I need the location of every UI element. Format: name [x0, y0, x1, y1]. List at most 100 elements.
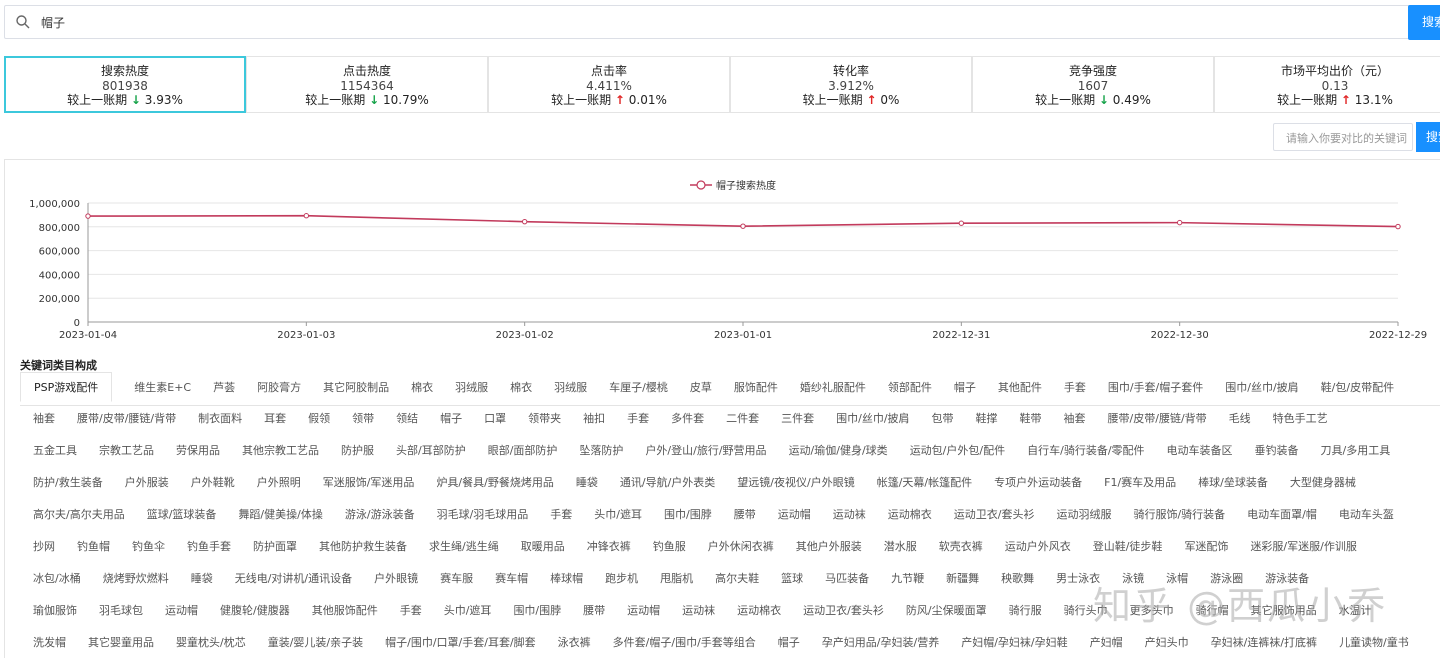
category-tab[interactable]: 围巾/丝巾/披肩 [836, 404, 909, 434]
category-tab[interactable]: 鞋撑 [976, 404, 998, 434]
category-tab[interactable]: 舞蹈/健美操/体操 [238, 500, 322, 530]
category-tab[interactable]: 冰包/冰桶 [33, 564, 81, 594]
category-tab[interactable]: 羽毛球包 [99, 596, 143, 626]
category-tab[interactable]: 领结 [396, 404, 418, 434]
category-tab[interactable]: 围巾/手套/帽子套件 [1108, 373, 1203, 403]
category-tab[interactable]: 棉衣 [510, 373, 532, 403]
category-tab[interactable]: 羽绒服 [554, 373, 587, 403]
category-tab[interactable]: 耳套 [264, 404, 286, 434]
category-tab[interactable]: 三件套 [781, 404, 814, 434]
category-tab[interactable]: 二件套 [726, 404, 759, 434]
category-tab[interactable]: 水温计 [1339, 596, 1372, 626]
category-tab[interactable]: 秧歌舞 [1001, 564, 1034, 594]
category-tab[interactable]: 其他宗教工艺品 [242, 436, 319, 466]
category-tab[interactable]: 运动户外风衣 [1005, 532, 1071, 562]
category-tab[interactable]: 专项户外运动装备 [994, 468, 1082, 498]
category-tab[interactable]: 登山鞋/徒步鞋 [1093, 532, 1163, 562]
category-tab[interactable]: 高尔夫/高尔夫用品 [33, 500, 125, 530]
category-tab[interactable]: 望远镜/夜视仪/户外眼镜 [737, 468, 854, 498]
category-tab[interactable]: 钓鱼服 [653, 532, 686, 562]
category-tab[interactable]: 电动车面罩/帽 [1247, 500, 1317, 530]
category-tab[interactable]: 钓鱼手套 [187, 532, 231, 562]
category-tab[interactable]: 健腹轮/健腹器 [220, 596, 290, 626]
category-tab[interactable]: 防护/救生装备 [33, 468, 103, 498]
category-tab[interactable]: 帽子 [954, 373, 976, 403]
category-tab[interactable]: 运动袜 [682, 596, 715, 626]
category-tab[interactable]: 睡袋 [191, 564, 213, 594]
category-tab[interactable]: 电动车头盔 [1339, 500, 1394, 530]
category-tab[interactable]: 篮球/篮球装备 [147, 500, 217, 530]
metric-card-search-heat[interactable]: 搜索热度 801938 较上一账期 ↓ 3.93% [4, 56, 246, 113]
category-tab[interactable]: 户外/登山/旅行/野营用品 [645, 436, 766, 466]
category-tab[interactable]: 围巾/丝巾/披肩 [1225, 373, 1298, 403]
metric-card-avg-bid[interactable]: 市场平均出价（元） 0.13 较上一账期 ↑ 13.1% [1214, 56, 1440, 113]
metric-card-competition[interactable]: 竞争强度 1607 较上一账期 ↓ 0.49% [972, 56, 1214, 113]
category-tab-active[interactable]: PSP游戏配件 [20, 372, 113, 402]
category-tab[interactable]: 孕妇袜/连裤袜/打底裤 [1211, 628, 1317, 658]
category-tab[interactable]: 垂钓装备 [1255, 436, 1299, 466]
category-tab[interactable]: 儿童读物/童书 [1339, 628, 1409, 658]
category-tab[interactable]: 腰带 [734, 500, 756, 530]
category-tab[interactable]: 泳帽 [1166, 564, 1188, 594]
category-tab[interactable]: 手套 [1064, 373, 1086, 403]
category-tab[interactable]: 帐篷/天幕/帐篷配件 [877, 468, 972, 498]
category-tab[interactable]: 制衣面料 [198, 404, 242, 434]
category-tab[interactable]: 头部/耳部防护 [396, 436, 466, 466]
category-tab[interactable]: 手套 [550, 500, 572, 530]
category-tab[interactable]: 无线电/对讲机/通讯设备 [235, 564, 352, 594]
category-tab[interactable]: 运动卫衣/套头衫 [954, 500, 1035, 530]
category-tab[interactable]: 户外眼镜 [374, 564, 418, 594]
category-tab[interactable]: 领带夹 [528, 404, 561, 434]
category-tab[interactable]: 户外照明 [257, 468, 301, 498]
category-tab[interactable]: 游泳圈 [1210, 564, 1243, 594]
category-tab[interactable]: 炉具/餐具/野餐烧烤用品 [436, 468, 553, 498]
category-tab[interactable]: 帽子 [778, 628, 800, 658]
category-tab[interactable]: 手套 [400, 596, 422, 626]
category-tab[interactable]: 多件套/帽子/围巾/手套等组合 [613, 628, 756, 658]
category-tab[interactable]: 其他防护救生装备 [319, 532, 407, 562]
category-tab[interactable]: 迷彩服/军迷服/作训服 [1250, 532, 1356, 562]
category-tab[interactable]: 婚纱礼服配件 [800, 373, 866, 403]
category-tab[interactable]: 鞋带 [1020, 404, 1042, 434]
category-tab[interactable]: 运动帽 [778, 500, 811, 530]
category-tab[interactable]: 袖套 [1064, 404, 1086, 434]
category-tab[interactable]: 羽毛球/羽毛球用品 [437, 500, 529, 530]
category-tab[interactable]: 产妇头巾 [1145, 628, 1189, 658]
category-tab[interactable]: 睡袋 [576, 468, 598, 498]
category-tab[interactable]: 手套 [627, 404, 649, 434]
search-input[interactable]: 帽子 [4, 5, 1440, 39]
category-tab[interactable]: 芦荟 [213, 373, 235, 403]
category-tab[interactable]: 户外鞋靴 [191, 468, 235, 498]
category-tab[interactable]: 口罩 [484, 404, 506, 434]
category-tab[interactable]: 洗发帽 [33, 628, 66, 658]
category-tab[interactable]: 坠落防护 [579, 436, 623, 466]
category-tab[interactable]: 帽子 [440, 404, 462, 434]
category-tab[interactable]: 其它阿胶制品 [323, 373, 389, 403]
category-tab[interactable]: 袖扣 [583, 404, 605, 434]
category-tab[interactable]: 男士泳衣 [1056, 564, 1100, 594]
category-tab[interactable]: 电动车装备区 [1167, 436, 1233, 466]
category-tab[interactable]: 其他服饰配件 [312, 596, 378, 626]
category-tab[interactable]: 抄网 [33, 532, 55, 562]
category-tab[interactable]: 运动棉衣 [737, 596, 781, 626]
category-tab[interactable]: 头巾/遮耳 [444, 596, 492, 626]
category-tab[interactable]: 防护服 [341, 436, 374, 466]
category-tab[interactable]: 瑜伽服饰 [33, 596, 77, 626]
compare-keyword-input[interactable]: 请输入你要对比的关键词 [1273, 123, 1413, 151]
category-tab[interactable]: 跑步机 [605, 564, 638, 594]
compare-search-button[interactable]: 搜索 [1416, 122, 1440, 152]
category-tab[interactable]: 钓鱼帽 [77, 532, 110, 562]
category-tab[interactable]: 更多头巾 [1130, 596, 1174, 626]
category-tab[interactable]: 眼部/面部防护 [488, 436, 558, 466]
category-tab[interactable]: 帽子/围巾/口罩/手套/耳套/脚套 [385, 628, 536, 658]
category-tab[interactable]: 户外服装 [125, 468, 169, 498]
category-tab[interactable]: 维生素E+C [134, 373, 191, 403]
category-tab[interactable]: 羽绒服 [455, 373, 488, 403]
category-tab[interactable]: 骑行帽 [1196, 596, 1229, 626]
category-tab[interactable]: 运动袜 [833, 500, 866, 530]
category-tab[interactable]: 通讯/导航/户外表类 [620, 468, 715, 498]
category-tab[interactable]: 阿胶膏方 [257, 373, 301, 403]
category-tab[interactable]: 赛车服 [440, 564, 473, 594]
category-tab[interactable]: 烧烤野炊燃料 [103, 564, 169, 594]
category-tab[interactable]: 软壳衣裤 [939, 532, 983, 562]
